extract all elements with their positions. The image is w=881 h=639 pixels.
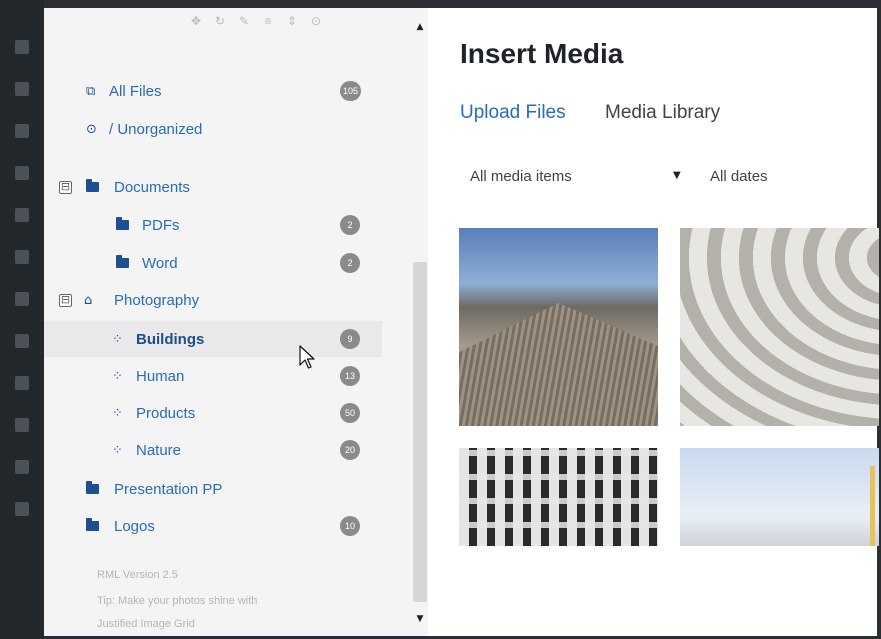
folder-products[interactable]: ⁘ Products 50: [44, 395, 382, 431]
media-thumbnail[interactable]: [459, 448, 658, 546]
folder-icon: [86, 481, 99, 494]
all-files-item[interactable]: ⧉ All Files 105: [44, 73, 382, 109]
folder-photography[interactable]: ⊟ ⌂ Photography: [44, 282, 382, 318]
menu-icon-6[interactable]: [15, 250, 29, 264]
collapse-toggle-icon[interactable]: ⊟: [59, 180, 72, 194]
folder-label: Buildings: [136, 330, 205, 348]
collection-icon: ⌂: [84, 292, 93, 308]
folder-nature[interactable]: ⁘ Nature 20: [44, 432, 382, 468]
folder-presentation[interactable]: Presentation PP: [44, 471, 382, 507]
tab-media-library[interactable]: Media Library: [605, 102, 720, 124]
edit-icon[interactable]: ✎: [237, 14, 251, 28]
sort-icon[interactable]: ⇕: [285, 14, 299, 28]
media-modal: Insert Media Upload Files Media Library …: [440, 8, 879, 636]
refresh-icon[interactable]: ↻: [213, 14, 227, 28]
folder-count: 13: [340, 366, 360, 386]
collapse-toggle-icon[interactable]: ⊟: [59, 293, 72, 307]
menu-icon-1[interactable]: [15, 40, 29, 54]
media-thumbnail[interactable]: [680, 448, 879, 546]
folder-icon: [86, 179, 99, 192]
all-files-label: All Files: [109, 82, 162, 100]
folder-label: Logos: [114, 517, 155, 535]
scrollbar-thumb[interactable]: [413, 262, 427, 602]
menu-icon-7[interactable]: [15, 292, 29, 306]
folder-label: Products: [136, 404, 196, 422]
move-icon[interactable]: ✥: [189, 14, 203, 28]
folder-pdfs[interactable]: PDFs 2: [44, 207, 382, 243]
gallery-icon: ⁘: [112, 442, 123, 458]
admin-menu-strip: [0, 0, 44, 639]
files-icon: ⧉: [86, 83, 96, 99]
menu-icon-4[interactable]: [15, 166, 29, 180]
settings-icon[interactable]: ⊙: [309, 14, 323, 28]
menu-icon-9[interactable]: [15, 376, 29, 390]
window-frame-top: [44, 0, 881, 8]
menu-icon-11[interactable]: [15, 460, 29, 474]
gallery-icon: ⁘: [112, 331, 123, 347]
folder-label: Documents: [114, 178, 190, 196]
folder-sidebar: ✥ ↻ ✎ ≡ ⇕ ⊙ ⧉ All Files 105 ⊙ / Unorgani…: [44, 8, 418, 636]
unorganized-item[interactable]: ⊙ / Unorganized: [44, 111, 382, 147]
folder-label: Word: [142, 254, 178, 272]
scroll-down-icon[interactable]: ▼: [414, 614, 426, 624]
menu-icon-12[interactable]: [15, 502, 29, 516]
folder-label: Presentation PP: [114, 480, 223, 498]
folder-logos[interactable]: Logos 10: [44, 508, 382, 544]
list-icon[interactable]: ≡: [261, 14, 275, 28]
menu-icon-8[interactable]: [15, 334, 29, 348]
unorganized-label: / Unorganized: [109, 120, 203, 138]
folder-count: 2: [340, 215, 360, 235]
folder-documents[interactable]: ⊟ Documents: [44, 169, 382, 205]
folder-word[interactable]: Word 2: [44, 245, 382, 281]
folder-icon: [86, 518, 99, 531]
tip-text: Tip: Make your photos shine with: [97, 595, 258, 607]
folder-human[interactable]: ⁘ Human 13: [44, 358, 382, 394]
folder-label: Photography: [114, 291, 200, 309]
folder-icon: [116, 255, 129, 268]
chevron-down-icon[interactable]: ▼: [673, 170, 681, 181]
scroll-up-icon[interactable]: ▲: [414, 22, 426, 32]
tip-link[interactable]: Justified Image Grid: [97, 618, 195, 630]
version-text: RML Version 2.5: [97, 569, 178, 581]
folder-label: Nature: [136, 441, 182, 459]
date-filter[interactable]: All dates: [710, 168, 768, 185]
tab-upload-files[interactable]: Upload Files: [460, 102, 566, 124]
menu-icon-5[interactable]: [15, 208, 29, 222]
folder-buildings[interactable]: ⁘ Buildings 9: [44, 321, 382, 357]
media-thumbnail[interactable]: [459, 228, 658, 426]
unorganized-icon: ⊙: [86, 121, 97, 137]
folder-count: 50: [340, 403, 360, 423]
menu-icon-3[interactable]: [15, 124, 29, 138]
media-type-filter[interactable]: All media items: [470, 168, 572, 185]
all-files-count: 105: [340, 81, 362, 101]
gallery-icon: ⁘: [112, 405, 123, 421]
folder-toolbar: ✥ ↻ ✎ ≡ ⇕ ⊙: [189, 14, 323, 28]
menu-icon-10[interactable]: [15, 418, 29, 432]
folder-label: Human: [136, 367, 185, 385]
folder-icon: [116, 217, 129, 230]
media-thumbnail[interactable]: [680, 228, 879, 426]
folder-count: 9: [340, 329, 360, 349]
mouse-cursor-icon: [299, 345, 315, 369]
menu-icon-2[interactable]: [15, 82, 29, 96]
folder-count: 2: [340, 253, 360, 273]
gallery-icon: ⁘: [112, 368, 123, 384]
folder-count: 20: [340, 440, 360, 460]
modal-title: Insert Media: [460, 38, 624, 69]
folder-count: 10: [340, 516, 360, 536]
folder-label: PDFs: [142, 216, 180, 234]
